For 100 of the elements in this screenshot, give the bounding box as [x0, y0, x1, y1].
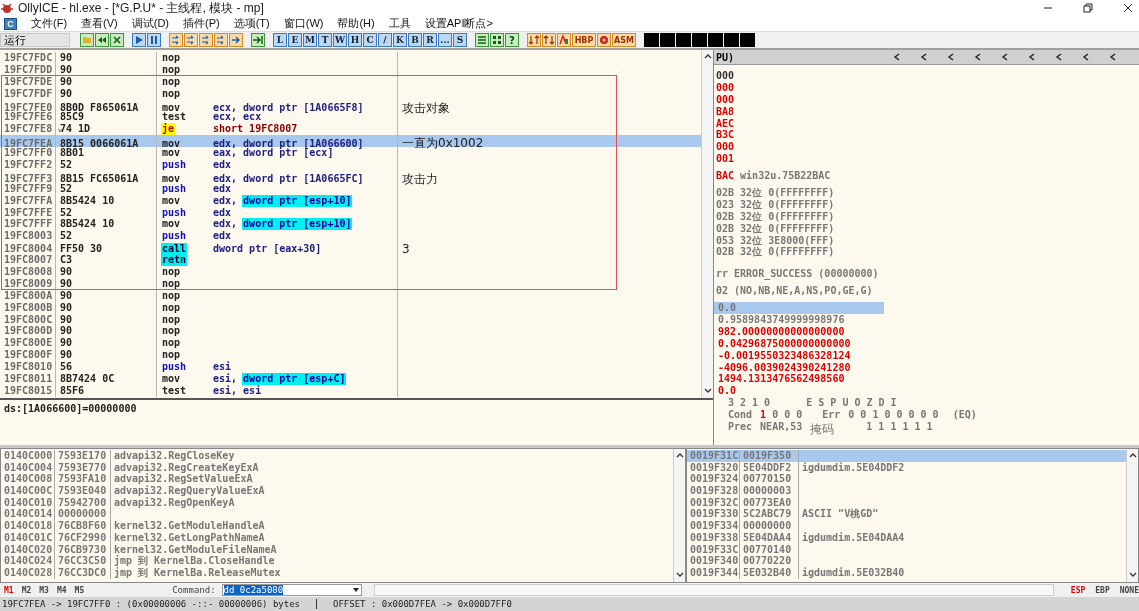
operand-text: edx, [213, 218, 238, 231]
close-button[interactable] [110, 33, 124, 47]
play-button[interactable] [132, 33, 146, 47]
chevron-left-icon[interactable] [947, 52, 955, 62]
folder-button[interactable] [80, 33, 94, 47]
pause-button[interactable] [147, 33, 161, 47]
register-value: 000 [716, 141, 735, 153]
value-text: 76CF2990 [58, 531, 107, 543]
memory-tab[interactable]: M4 [56, 585, 67, 595]
mnemonic-text: push [161, 230, 188, 243]
menu-item[interactable]: 帮助(H) [337, 16, 375, 31]
toolbar-button[interactable]: / [378, 33, 392, 47]
memory-tab[interactable]: M1 [4, 585, 14, 595]
menu-item[interactable]: 文件(F) [31, 16, 68, 31]
secondary-field[interactable] [373, 584, 1054, 596]
rewind-button[interactable] [95, 33, 109, 47]
address-text: 19FC800B [4, 301, 53, 314]
fpu-value: 0.0 [717, 385, 738, 398]
toolbar-button[interactable]: W [333, 33, 347, 47]
mnemonic-text: nop [161, 349, 182, 362]
stack-mode-button[interactable]: ESP [1070, 585, 1086, 595]
run-to-return-button[interactable] [229, 33, 243, 47]
address-text: 19FC8007 [4, 254, 53, 267]
chevron-left-icon[interactable] [1109, 52, 1117, 62]
chevron-left-icon[interactable] [974, 52, 982, 62]
menu-item[interactable]: 窗口(W) [283, 16, 324, 31]
memory-tab[interactable]: M3 [39, 585, 49, 595]
address-text: 19FC8003 [4, 230, 53, 243]
stack-mode-button[interactable]: NONE [1119, 585, 1139, 595]
grid-button[interactable] [490, 33, 504, 47]
operand-highlight: dword ptr [esp+10] [242, 218, 353, 231]
register-value: 000 [716, 93, 735, 105]
chevron-left-icon[interactable] [893, 52, 901, 62]
step-over-button[interactable] [184, 33, 198, 47]
chevron-left-icon[interactable] [1082, 52, 1090, 62]
command-field[interactable]: dd 0c2a5080 [221, 584, 362, 596]
hex-text: 90 [60, 349, 73, 362]
toolbar-button[interactable]: ... [438, 33, 452, 47]
err-bits: 0 0 1 0 0 0 0 0 [848, 409, 939, 422]
mnemonic-text: nop [161, 277, 182, 290]
menu-item[interactable]: 插件(P) [183, 16, 220, 31]
address-text: 19FC7FE0 [4, 102, 53, 114]
chevron-left-icon[interactable] [920, 52, 928, 62]
fpu-value: -4096.0039024390241280 [717, 361, 852, 374]
toolbar-button[interactable]: M [303, 33, 317, 47]
operand-text: edx [213, 206, 232, 219]
hex-text: 90 [60, 313, 73, 326]
toolbar-button[interactable]: S [453, 33, 467, 47]
toolbar-button[interactable]: R [423, 33, 437, 47]
trace-into-button[interactable] [199, 33, 213, 47]
value-text: 5E04DAA4 [743, 531, 792, 543]
operand-text: ecx, dword ptr [1A0665F8] [213, 102, 364, 114]
toolbar-button[interactable]: HBP [572, 33, 596, 47]
address-text: 19FC800F [4, 349, 53, 362]
toolbar-button[interactable]: T [318, 33, 332, 47]
list-button[interactable] [475, 33, 489, 47]
memory-tab[interactable]: M5 [74, 585, 85, 595]
chevron-left-icon[interactable] [1055, 52, 1063, 62]
close-icon[interactable] [1123, 3, 1133, 13]
chevron-left-icon[interactable] [1028, 52, 1036, 62]
address-text: 19FC800A [4, 289, 53, 302]
mask-bits: 1 1 1 1 1 1 [865, 421, 933, 433]
address-text: 0140C00C [4, 485, 53, 497]
comment-text: 攻击对象 [402, 99, 450, 117]
menu-item[interactable]: 工具 [388, 16, 411, 31]
swap-button[interactable] [527, 33, 541, 47]
comment-text: advapi32.RegSetValueExA [114, 473, 253, 485]
menu-item[interactable]: 设置API断点> [424, 16, 493, 31]
hex-text: 8B15 FC65061A [60, 173, 139, 185]
chevron-left-icon[interactable] [1001, 52, 1009, 62]
restore-icon[interactable] [1083, 3, 1093, 13]
toolbar-button[interactable]: L [273, 33, 287, 47]
menu-item[interactable]: 调试(D) [131, 16, 169, 31]
comment-text: jmp 到 KernelBa.ReleaseMutex [114, 566, 281, 578]
toolbar-button[interactable]: K [393, 33, 407, 47]
goto-button[interactable] [251, 33, 265, 47]
swap-button[interactable] [542, 33, 556, 47]
memory-tab[interactable]: M2 [21, 585, 32, 595]
marker-button[interactable] [557, 33, 571, 47]
address-text: 0019F324 [690, 473, 739, 485]
toolbar-button[interactable]: ASM [612, 33, 636, 47]
menu-item[interactable]: 选项(T) [233, 16, 270, 31]
toolbar-button[interactable]: H [348, 33, 362, 47]
segment-text: 053 32位 3E8000(FFF) [715, 234, 836, 247]
step-into-button[interactable] [169, 33, 183, 47]
address-text: 0140C010 [4, 496, 53, 508]
trace-over-button[interactable] [214, 33, 228, 47]
toolbar-button[interactable]: C [363, 33, 377, 47]
mnemonic-text: nop [161, 266, 182, 278]
stack-mode-button[interactable]: EBP [1095, 585, 1110, 595]
toolbar-button[interactable]: B [408, 33, 422, 47]
address-text: 0140C018 [4, 520, 53, 532]
mnemonic-text: nop [161, 313, 182, 326]
hex-text: 90 [60, 337, 73, 350]
menu-item[interactable]: 查看(V) [81, 16, 118, 31]
target-button[interactable] [597, 33, 611, 47]
help-button[interactable]: ? [505, 33, 519, 47]
hex-text: 8B01 [60, 147, 85, 160]
toolbar-button[interactable]: E [288, 33, 302, 47]
segment-text: 02B 32位 0(FFFFFFFF) [715, 210, 836, 223]
